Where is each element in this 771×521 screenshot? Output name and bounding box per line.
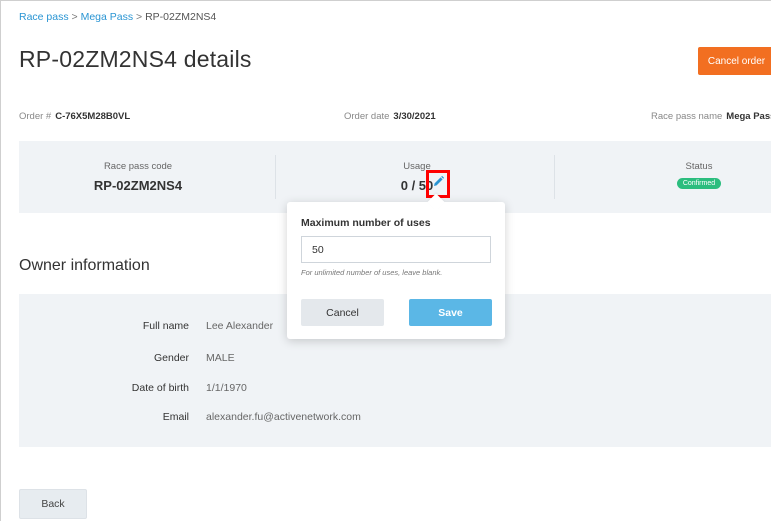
- owner-row-label: Full name: [142, 320, 189, 332]
- owner-information-heading: Owner information: [19, 257, 150, 274]
- breadcrumb-current: RP-02ZM2NS4: [145, 11, 217, 23]
- race-pass-name-label: Race pass name: [651, 111, 723, 122]
- race-pass-name: Race pass name Mega Pass: [651, 111, 771, 122]
- popover-cancel-button[interactable]: Cancel: [301, 299, 384, 326]
- max-uses-label: Maximum number of uses: [301, 217, 431, 229]
- race-pass-code-column: Race pass code RP-02ZM2NS4: [19, 141, 257, 213]
- order-date-value: 3/30/2021: [393, 111, 436, 122]
- cancel-order-button[interactable]: Cancel order: [698, 47, 771, 75]
- status-label: Status: [685, 161, 713, 172]
- usage-value: 0 / 50: [400, 178, 434, 193]
- usage-label: Usage: [403, 161, 431, 172]
- owner-row-value: alexander.fu@activenetwork.com: [206, 411, 361, 423]
- order-date-label: Order date: [344, 111, 390, 122]
- order-number-value: C-76X5M28B0VL: [55, 111, 131, 122]
- breadcrumb-separator: >: [68, 11, 81, 23]
- max-uses-popover: Maximum number of uses For unlimited num…: [287, 193, 505, 339]
- race-pass-code-value: RP-02ZM2NS4: [93, 178, 183, 193]
- race-pass-name-value: Mega Pass: [726, 111, 771, 122]
- popover-save-button[interactable]: Save: [409, 299, 492, 326]
- owner-row-label: Email: [162, 411, 189, 423]
- order-number-label: Order #: [19, 111, 52, 122]
- breadcrumb-race-pass-link[interactable]: Race pass: [19, 11, 69, 23]
- race-pass-code-label: Race pass code: [103, 161, 173, 172]
- back-button[interactable]: Back: [19, 489, 87, 519]
- max-uses-hint: For unlimited number of uses, leave blan…: [301, 268, 443, 277]
- owner-row-value: MALE: [206, 352, 235, 364]
- owner-row-value: 1/1/1970: [206, 382, 247, 394]
- page-title: RP-02ZM2NS4 details: [19, 46, 252, 72]
- pencil-icon: [432, 175, 445, 193]
- status-column: Status Confirmed: [599, 141, 771, 213]
- breadcrumb: Race pass > Mega Pass > RP-02ZM2NS4: [19, 11, 216, 23]
- breadcrumb-separator: >: [133, 11, 146, 23]
- owner-row-value: Lee Alexander: [206, 320, 274, 332]
- column-divider: [275, 155, 276, 199]
- column-divider: [554, 155, 555, 199]
- order-date: Order date 3/30/2021: [344, 111, 436, 122]
- status-badge: Confirmed: [676, 178, 722, 189]
- max-uses-input[interactable]: [301, 236, 491, 263]
- order-number: Order # C-76X5M28B0VL: [19, 111, 130, 122]
- breadcrumb-mega-pass-link[interactable]: Mega Pass: [81, 11, 134, 23]
- edit-usage-button[interactable]: [426, 170, 450, 198]
- owner-row-label: Date of birth: [131, 382, 189, 394]
- owner-row-label: Gender: [153, 352, 189, 364]
